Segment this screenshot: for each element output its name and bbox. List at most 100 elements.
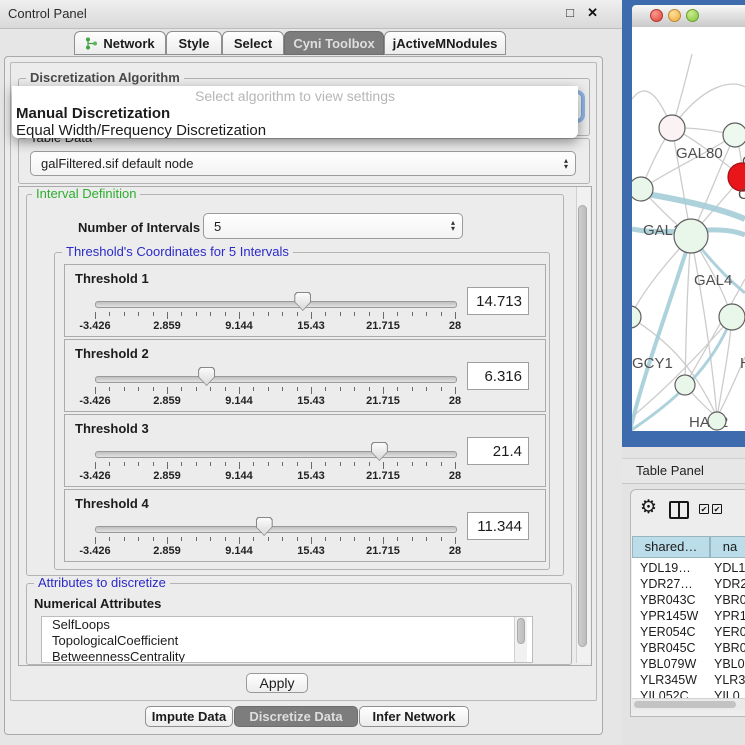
slider-tick [124,462,125,466]
network-node[interactable] [659,115,685,141]
slider-tick [426,537,427,541]
num-intervals-combobox[interactable]: 5 ▴▾ [203,213,463,239]
network-node[interactable] [674,219,708,253]
tab-style[interactable]: Style [166,31,222,55]
threshold-value-field[interactable]: 6.316 [467,362,529,390]
slider-tick-label: 28 [425,320,485,332]
tab-impute-data[interactable]: Impute Data [145,706,233,727]
slider-tick [340,537,341,541]
gear-icon[interactable]: ⚙ [640,496,657,519]
cell-shared-name: YBR043C [640,593,696,607]
slider-tick-label: 21.715 [353,320,413,332]
network-window-titlebar[interactable] [632,5,745,28]
slider-tick-label: -3.426 [65,395,125,407]
table-row[interactable]: YBR043CYBR0 [632,592,745,608]
table-hscrollbar-track[interactable] [632,698,745,710]
node-label: C [738,186,745,203]
tab-network[interactable]: Network [74,31,166,55]
cell-shared-name: YBL079W [640,657,696,671]
table-row[interactable]: YDL19…YDL1 [632,560,745,576]
minimize-button[interactable] [668,9,681,22]
algorithm-option[interactable]: Manual Discretization [12,105,578,122]
checkbox-icon[interactable]: ✔ [712,504,722,514]
tab-cyni-toolbox[interactable]: Cyni Toolbox [284,31,384,55]
table-data-combobox[interactable]: galFiltered.sif default node ▴▾ [30,151,576,176]
slider-tick [253,312,254,316]
table-row[interactable]: YDR27…YDR2 [632,576,745,592]
slider-tick-label: -3.426 [65,545,125,557]
tab-label: Discretize Data [249,709,342,724]
table-hscrollbar-thumb[interactable] [634,701,736,708]
algorithm-option[interactable]: Equal Width/Frequency Discretization [12,122,578,138]
slider-tick [225,387,226,391]
table-row[interactable]: YBL079WYBL0 [632,656,745,672]
table-row[interactable]: YBR045CYBR0 [632,640,745,656]
threshold-slider-track[interactable] [95,526,457,533]
checkbox-icon[interactable]: ✔ [699,504,709,514]
slider-tick [167,387,168,394]
slider-tick [397,537,398,541]
network-node[interactable] [719,304,745,330]
close-button[interactable] [650,9,663,22]
slider-tick [455,387,456,394]
slider-tick [412,537,413,541]
slider-tick [369,312,370,316]
slider-tick-label: 15.43 [281,395,341,407]
slider-tick [426,312,427,316]
slider-tick [282,312,283,316]
slider-tick [167,312,168,319]
attribute-list-item[interactable]: BetweennessCentrality [42,649,532,663]
tab-infer-network[interactable]: Infer Network [359,706,469,727]
split-columns-icon[interactable] [669,501,689,519]
threshold-slider-track[interactable] [95,376,457,383]
network-node[interactable] [632,177,653,201]
slider-tick [354,387,355,391]
network-node[interactable] [708,412,726,430]
table-row[interactable]: YPR145WYPR1 [632,608,745,624]
threshold-panel: Threshold 1-3.4262.8599.14415.4321.71528… [64,264,546,337]
close-icon[interactable]: ✕ [587,5,598,21]
slider-tick-label: 2.859 [137,545,197,557]
slider-tick [325,312,326,316]
zoom-button[interactable] [686,9,699,22]
column-header-shared-name[interactable]: shared… [632,536,710,558]
table-row[interactable]: YER054CYER0 [632,624,745,640]
cell-shared-name: YLR345W [640,673,697,687]
tab-select[interactable]: Select [222,31,284,55]
slider-tick [239,462,240,469]
tab-label: Infer Network [372,709,455,724]
slider-tick [311,537,312,544]
table-row[interactable]: YLR345WYLR3 [632,672,745,688]
slider-tick [210,387,211,391]
slider-thumb[interactable] [371,442,388,461]
slider-thumb[interactable] [198,367,215,386]
tab-jactivemnodules[interactable]: jActiveMNodules [384,31,506,55]
threshold-value-field[interactable]: 11.344 [467,512,529,540]
column-header-name[interactable]: na [710,536,745,558]
float-window-icon[interactable]: □ [566,5,574,20]
cell-name: YDR2 [714,577,745,591]
network-node[interactable] [675,375,695,395]
settings-scrollbar-thumb[interactable] [578,205,587,647]
slider-tick-label: 28 [425,470,485,482]
apply-button[interactable]: Apply [246,673,308,693]
network-node[interactable] [723,123,745,147]
threshold-value-field[interactable]: 21.4 [467,437,529,465]
attribute-list-item[interactable]: SelfLoops [42,617,532,633]
slider-thumb[interactable] [256,517,273,536]
attribute-list-item[interactable]: TopologicalCoefficient [42,633,532,649]
cell-name: YER0 [714,625,745,639]
node-label: H [740,355,745,372]
slider-tick [383,312,384,319]
network-node[interactable] [632,306,641,328]
slider-thumb[interactable] [294,292,311,311]
slider-tick [268,387,269,391]
threshold-slider-track[interactable] [95,301,457,308]
tab-label: Impute Data [152,709,226,724]
attr-scrollbar-thumb[interactable] [517,618,525,644]
threshold-value-field[interactable]: 14.713 [467,287,529,315]
tab-discretize-data[interactable]: Discretize Data [234,706,358,727]
node-label: GAL4 [694,272,732,289]
network-canvas[interactable]: GAL80GCGAL11GAL4GCY1HHAP2 [632,27,745,431]
threshold-slider-track[interactable] [95,451,457,458]
